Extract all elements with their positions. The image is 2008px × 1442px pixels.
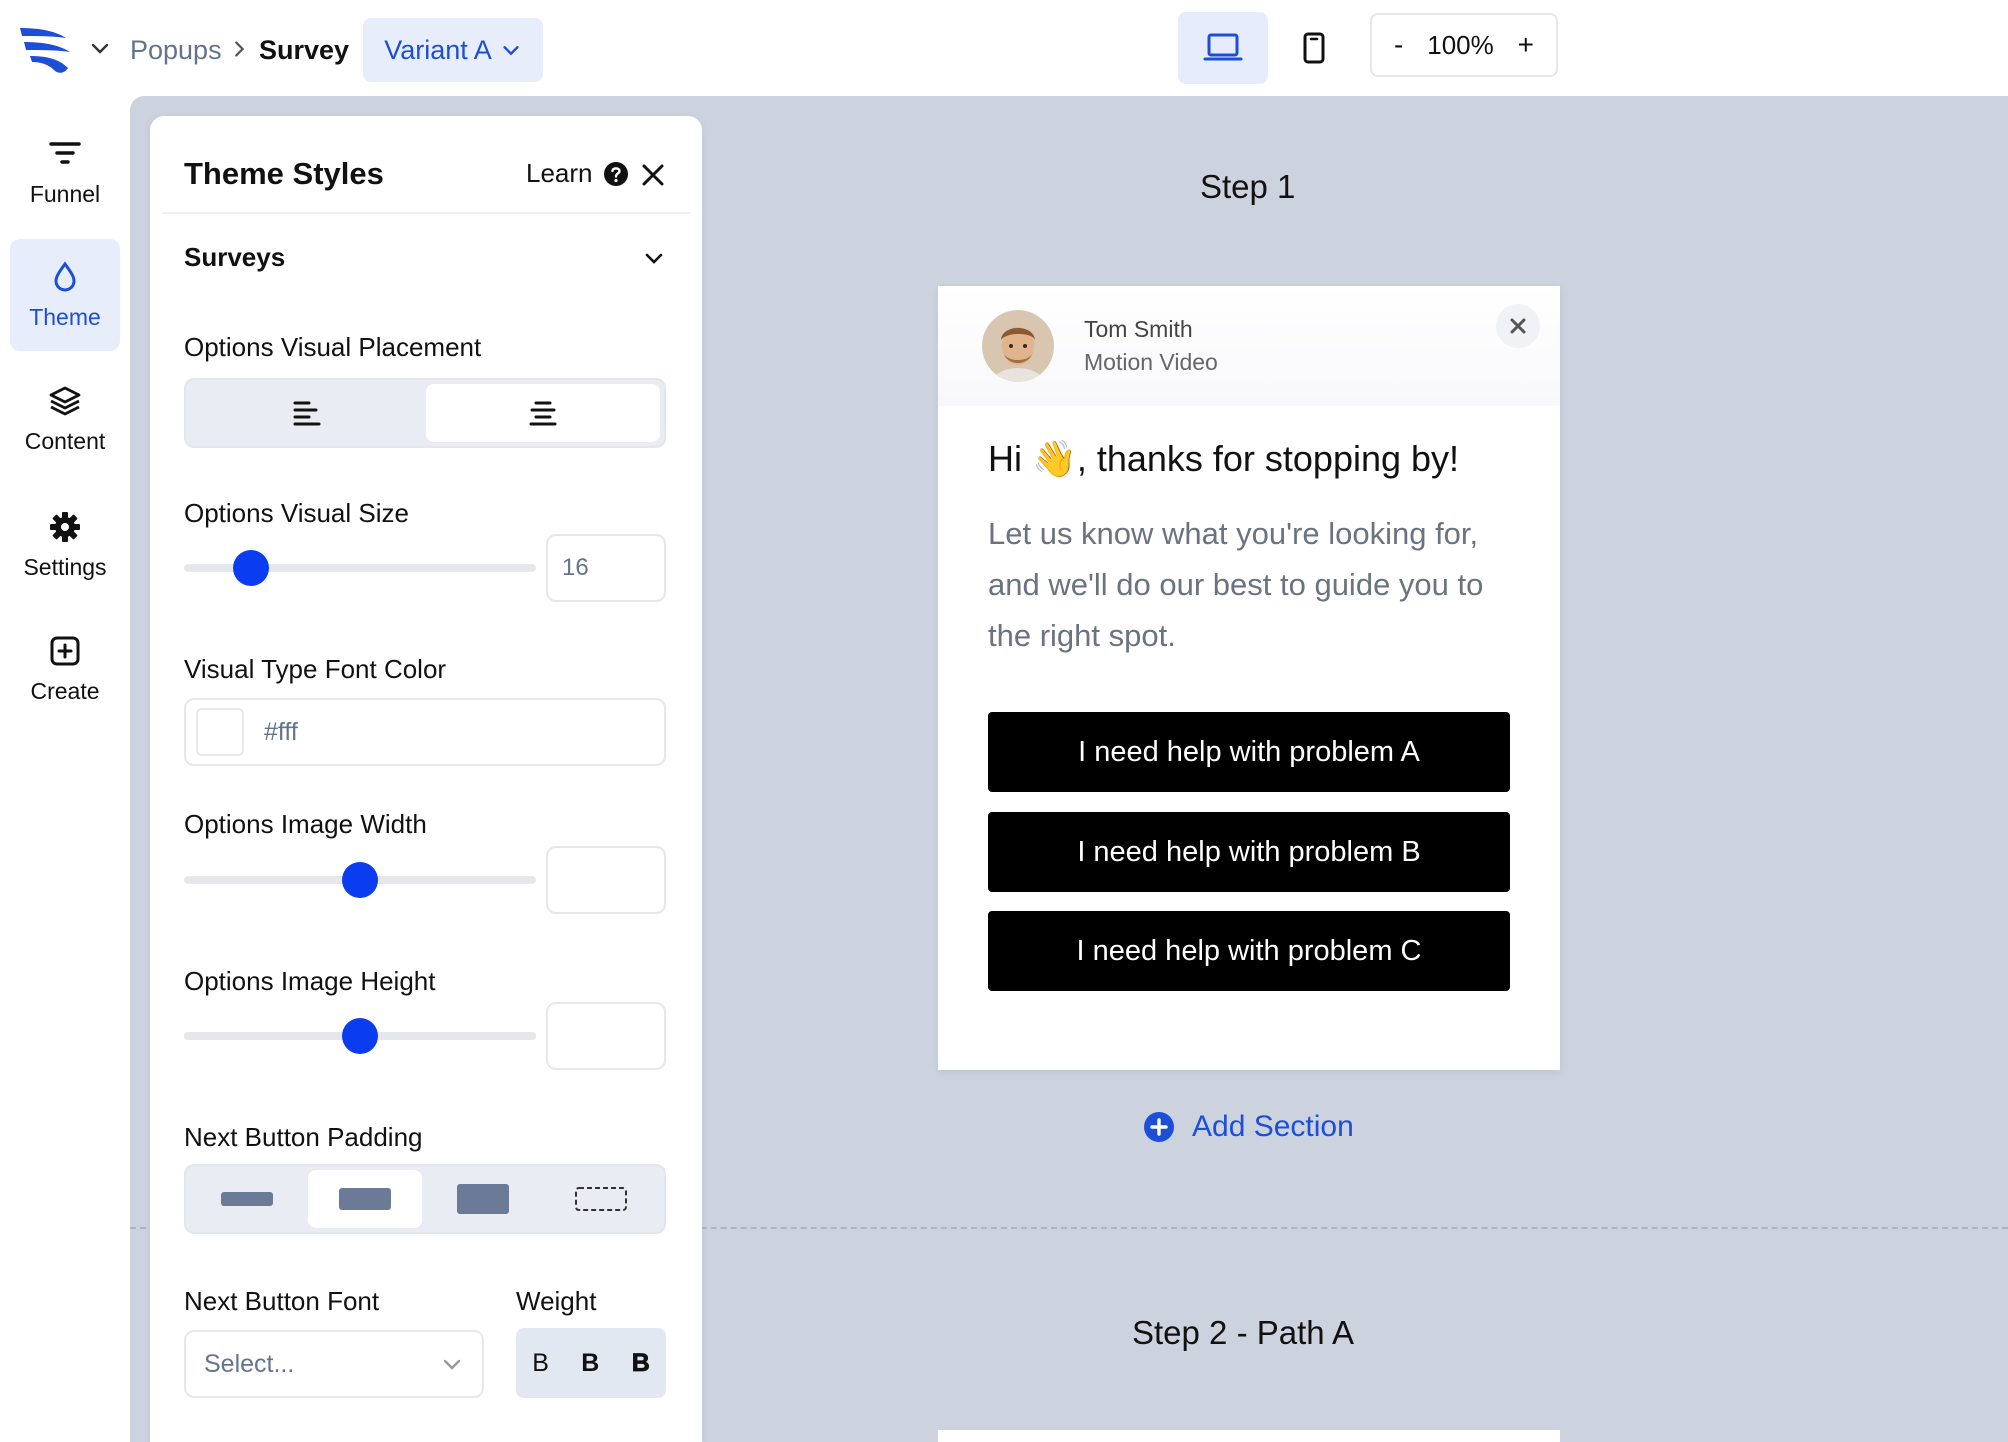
nav-item-content[interactable]: Content bbox=[10, 363, 120, 475]
chevron-right-icon bbox=[235, 41, 245, 57]
padding-large-icon bbox=[457, 1184, 509, 1214]
popup-header: Tom Smith Motion Video bbox=[938, 286, 1560, 406]
sender-company: Motion Video bbox=[1084, 349, 1218, 375]
survey-popup: Tom Smith Motion Video Hi 👋, thanks for … bbox=[938, 286, 1560, 1070]
panel-title: Theme Styles bbox=[184, 156, 384, 191]
options-image-height-input[interactable] bbox=[546, 1002, 666, 1070]
plus-square-icon bbox=[50, 636, 80, 665]
align-center-icon bbox=[529, 401, 557, 426]
nav-item-label: Settings bbox=[23, 553, 107, 580]
color-swatch[interactable] bbox=[196, 708, 244, 756]
zoom-in-button[interactable]: + bbox=[1518, 29, 1534, 61]
options-visual-placement-label: Options Visual Placement bbox=[184, 332, 482, 362]
variant-dropdown[interactable]: Variant A bbox=[363, 18, 543, 82]
choice-button-a[interactable]: I need help with problem A bbox=[988, 712, 1510, 792]
align-left-option[interactable] bbox=[190, 384, 424, 442]
zoom-level: 100% bbox=[1427, 29, 1494, 60]
panel-divider bbox=[162, 212, 690, 214]
breadcrumb-popups[interactable]: Popups bbox=[130, 32, 222, 68]
avatar bbox=[982, 310, 1054, 382]
options-visual-placement-toggle bbox=[184, 378, 666, 448]
nav-item-settings[interactable]: Settings bbox=[10, 489, 120, 601]
next-button-font-label: Next Button Font bbox=[184, 1286, 380, 1316]
next-button-padding-label: Next Button Padding bbox=[184, 1122, 423, 1152]
add-section-button[interactable]: Add Section bbox=[1142, 1110, 1354, 1144]
add-section-label: Add Section bbox=[1192, 1110, 1354, 1143]
options-image-width-input[interactable] bbox=[546, 846, 666, 914]
weight-bold-option[interactable]: B bbox=[581, 1349, 599, 1378]
weight-label: Weight bbox=[516, 1286, 597, 1316]
padding-large-option[interactable] bbox=[426, 1170, 540, 1228]
weight-normal-option[interactable]: B bbox=[532, 1349, 549, 1378]
nav-item-label: Theme bbox=[29, 303, 101, 330]
options-visual-size-label: Options Visual Size bbox=[184, 498, 409, 528]
help-circle-icon bbox=[603, 161, 628, 186]
options-image-height-slider-thumb[interactable] bbox=[342, 1018, 378, 1054]
padding-none-option[interactable] bbox=[544, 1170, 658, 1228]
nav-item-label: Funnel bbox=[29, 180, 101, 207]
visual-type-font-color-field[interactable]: #fff bbox=[184, 698, 666, 766]
align-left-icon bbox=[293, 401, 321, 426]
padding-small-icon bbox=[221, 1192, 273, 1206]
top-bar: Popups Survey Variant A - 100% + bbox=[0, 0, 2008, 96]
chevron-down-icon[interactable] bbox=[642, 246, 666, 270]
popup-close-button[interactable] bbox=[1496, 304, 1540, 348]
close-icon bbox=[1510, 318, 1526, 334]
close-icon[interactable] bbox=[640, 162, 666, 188]
font-select-placeholder: Select... bbox=[204, 1349, 295, 1378]
padding-medium-option[interactable] bbox=[308, 1170, 422, 1228]
filter-icon bbox=[49, 141, 81, 164]
mobile-phone-icon bbox=[1303, 32, 1325, 64]
sender-name: Tom Smith bbox=[1084, 316, 1193, 342]
options-image-width-slider-thumb[interactable] bbox=[342, 862, 378, 898]
layers-icon bbox=[49, 386, 81, 415]
learn-link[interactable]: Learn bbox=[526, 158, 629, 189]
nav-item-label: Content bbox=[24, 427, 106, 454]
chevron-down-icon bbox=[503, 46, 519, 56]
choice-button-b[interactable]: I need help with problem B bbox=[988, 812, 1510, 892]
zoom-control: - 100% + bbox=[1370, 13, 1558, 77]
section-title-surveys[interactable]: Surveys bbox=[184, 242, 285, 273]
options-image-height-label: Options Image Height bbox=[184, 966, 436, 996]
brand-logo-icon[interactable] bbox=[18, 24, 74, 76]
padding-small-option[interactable] bbox=[190, 1170, 304, 1228]
zoom-out-button[interactable]: - bbox=[1394, 29, 1403, 61]
weight-black-option[interactable]: B bbox=[631, 1348, 650, 1378]
options-image-width-label: Options Image Width bbox=[184, 809, 427, 839]
laptop-icon bbox=[1203, 33, 1243, 61]
options-visual-size-input[interactable]: 16 bbox=[546, 534, 666, 602]
next-button-padding-toggle bbox=[184, 1164, 666, 1234]
choice-button-c[interactable]: I need help with problem C bbox=[988, 911, 1510, 991]
visual-type-font-color-label: Visual Type Font Color bbox=[184, 654, 447, 684]
chevron-down-icon bbox=[443, 1359, 461, 1370]
popup-headline: Hi 👋, thanks for stopping by! bbox=[988, 438, 1460, 479]
padding-none-icon bbox=[575, 1187, 627, 1211]
theme-styles-panel: Theme Styles Learn Surveys Options Visua… bbox=[150, 116, 702, 1442]
gear-icon bbox=[50, 511, 80, 542]
droplet-icon bbox=[54, 260, 76, 291]
variant-label: Variant A bbox=[384, 34, 492, 65]
plus-circle-icon bbox=[1144, 1112, 1174, 1142]
mobile-view-button[interactable] bbox=[1290, 12, 1338, 84]
breadcrumb-survey: Survey bbox=[259, 35, 350, 65]
left-nav: Funnel Theme Content Settings Create bbox=[0, 96, 130, 1442]
step-2-label: Step 2 - Path A bbox=[1132, 1314, 1354, 1351]
chevron-down-icon[interactable] bbox=[88, 36, 112, 60]
font-weight-toggle: B B B bbox=[516, 1328, 666, 1398]
options-visual-size-slider-thumb[interactable] bbox=[232, 550, 269, 586]
learn-label: Learn bbox=[526, 158, 593, 188]
align-center-option[interactable] bbox=[426, 384, 660, 442]
step-1-label: Step 1 bbox=[1200, 168, 1296, 205]
desktop-view-button[interactable] bbox=[1178, 12, 1268, 84]
popup-body: Let us know what you're looking for, and… bbox=[988, 516, 1484, 653]
color-value: #fff bbox=[264, 717, 298, 746]
survey-popup-step-2 bbox=[938, 1430, 1560, 1442]
nav-item-funnel[interactable]: Funnel bbox=[10, 116, 120, 228]
padding-medium-icon bbox=[339, 1188, 391, 1210]
nav-item-theme[interactable]: Theme bbox=[10, 239, 120, 351]
next-button-font-select[interactable]: Select... bbox=[184, 1330, 484, 1398]
nav-item-create[interactable]: Create bbox=[10, 613, 120, 725]
nav-item-label: Create bbox=[30, 677, 100, 704]
